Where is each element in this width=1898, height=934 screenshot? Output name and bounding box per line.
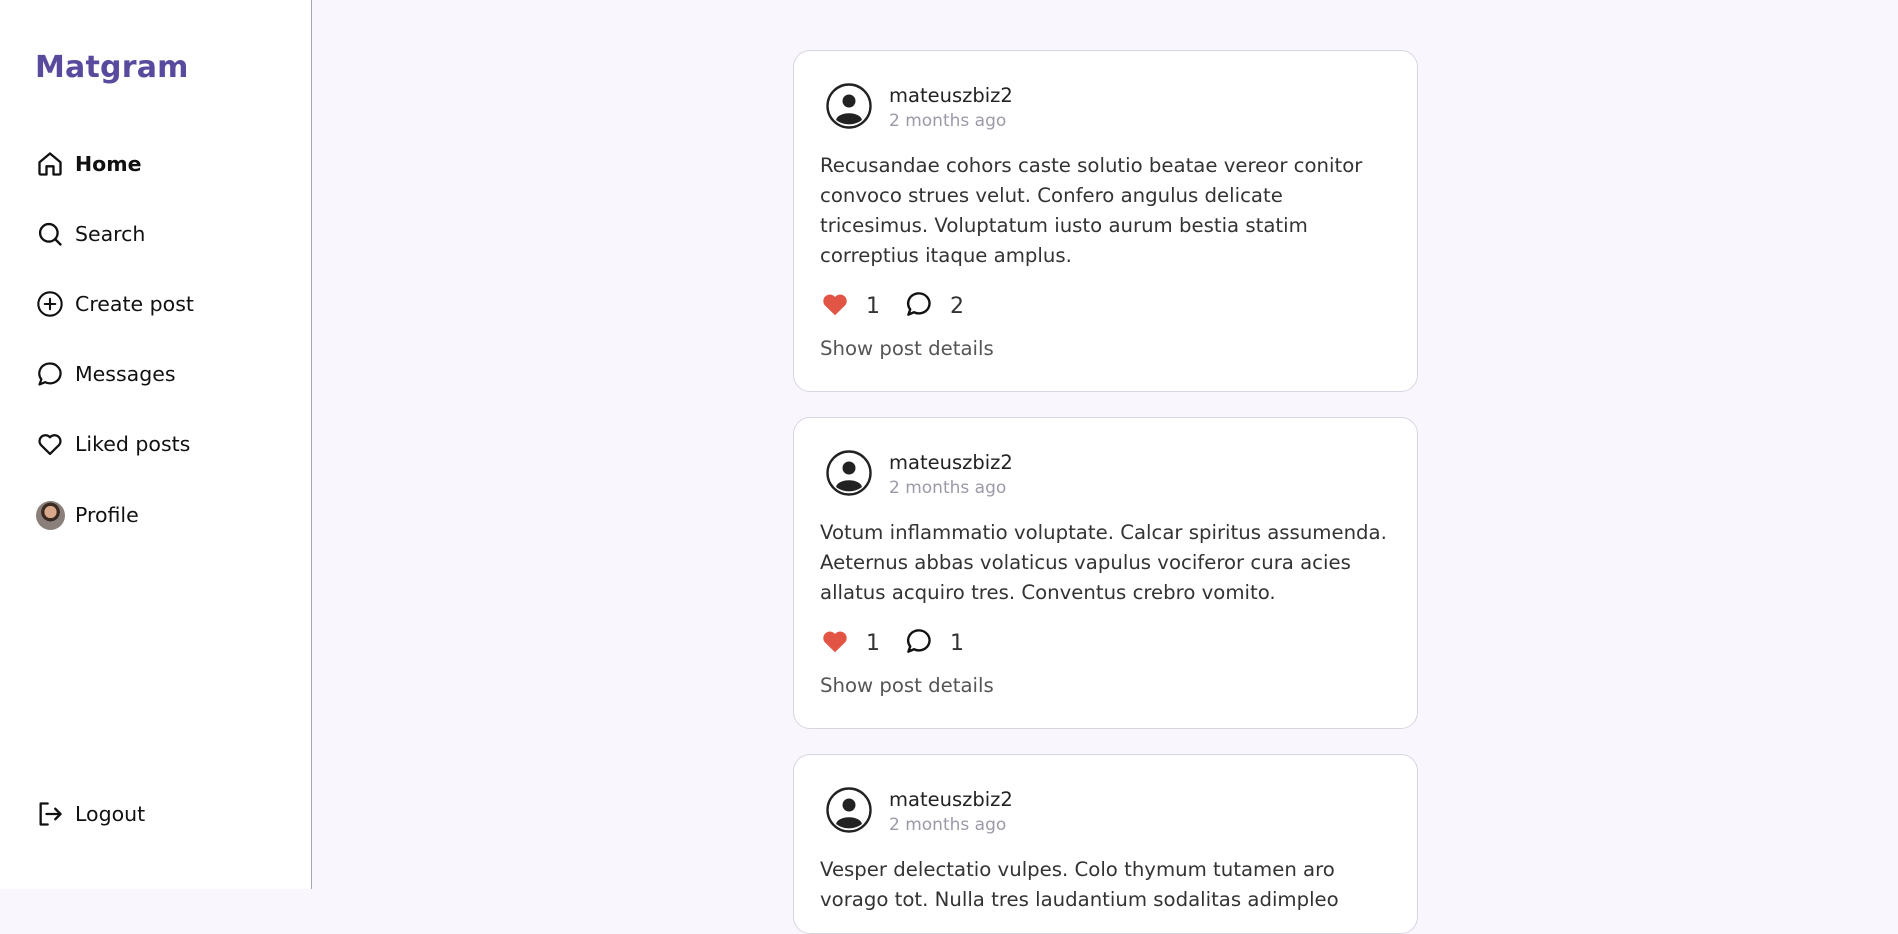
sidebar: Matgram Home Search Create post Messages… bbox=[0, 0, 312, 889]
sidebar-item-create-post[interactable]: Create post bbox=[35, 287, 194, 321]
post-text: Votum inflammatio voluptate. Calcar spir… bbox=[820, 521, 1387, 604]
post-actions: 1 2 bbox=[820, 289, 964, 323]
plus-circle-icon bbox=[35, 289, 65, 319]
post-timestamp: 2 months ago bbox=[889, 111, 1007, 131]
sidebar-item-logout[interactable]: Logout bbox=[35, 797, 145, 831]
like-heart-icon[interactable] bbox=[820, 626, 850, 660]
comment-count: 1 bbox=[950, 630, 964, 656]
sidebar-item-label: Liked posts bbox=[75, 432, 191, 456]
post-header: mateuszbiz2 2 months ago bbox=[825, 82, 1013, 134]
sidebar-item-liked-posts[interactable]: Liked posts bbox=[35, 427, 190, 461]
sidebar-item-label: Create post bbox=[75, 292, 194, 316]
post-text: Recusandae cohors caste solutio beatae v… bbox=[820, 154, 1363, 267]
post-header: mateuszbiz2 2 months ago bbox=[825, 786, 1013, 838]
post-card: mateuszbiz2 2 months ago Recusandae coho… bbox=[793, 50, 1418, 392]
sidebar-item-label: Messages bbox=[75, 362, 176, 386]
chat-bubble-icon bbox=[35, 359, 65, 389]
sidebar-item-profile[interactable]: Profile bbox=[35, 498, 139, 532]
post-timestamp: 2 months ago bbox=[889, 815, 1007, 835]
sidebar-item-label: Search bbox=[75, 222, 146, 246]
post-actions: 1 1 bbox=[820, 626, 964, 660]
post-timestamp: 2 months ago bbox=[889, 478, 1007, 498]
post-username[interactable]: mateuszbiz2 bbox=[889, 451, 1013, 475]
sidebar-item-label: Profile bbox=[75, 503, 139, 527]
brand-logo[interactable]: Matgram bbox=[35, 50, 189, 85]
show-post-details-link[interactable]: Show post details bbox=[820, 674, 994, 697]
show-post-details-link[interactable]: Show post details bbox=[820, 337, 994, 360]
post-card: mateuszbiz2 2 months ago Votum inflammat… bbox=[793, 417, 1418, 729]
sidebar-item-home[interactable]: Home bbox=[35, 147, 142, 181]
sidebar-item-messages[interactable]: Messages bbox=[35, 357, 176, 391]
post-username[interactable]: mateuszbiz2 bbox=[889, 84, 1013, 108]
like-count: 1 bbox=[866, 293, 880, 319]
post-text: Vesper delectatio vulpes. Colo thymum tu… bbox=[820, 858, 1339, 911]
comment-icon[interactable] bbox=[904, 289, 934, 323]
user-avatar-icon[interactable] bbox=[825, 449, 873, 497]
sidebar-item-search[interactable]: Search bbox=[35, 217, 145, 251]
heart-icon bbox=[35, 429, 65, 459]
post-username[interactable]: mateuszbiz2 bbox=[889, 788, 1013, 812]
comment-icon[interactable] bbox=[904, 626, 934, 660]
sidebar-item-label: Home bbox=[75, 152, 142, 176]
like-heart-icon[interactable] bbox=[820, 289, 850, 323]
user-avatar-icon[interactable] bbox=[825, 786, 873, 834]
user-avatar-icon[interactable] bbox=[825, 82, 873, 130]
comment-count: 2 bbox=[950, 293, 964, 319]
post-card: mateuszbiz2 2 months ago Vesper delectat… bbox=[793, 754, 1418, 934]
logout-icon bbox=[35, 799, 65, 829]
post-header: mateuszbiz2 2 months ago bbox=[825, 449, 1013, 501]
sidebar-item-label: Logout bbox=[75, 802, 146, 826]
like-count: 1 bbox=[866, 630, 880, 656]
search-icon bbox=[35, 219, 65, 249]
home-icon bbox=[35, 149, 65, 179]
profile-avatar bbox=[35, 500, 65, 530]
